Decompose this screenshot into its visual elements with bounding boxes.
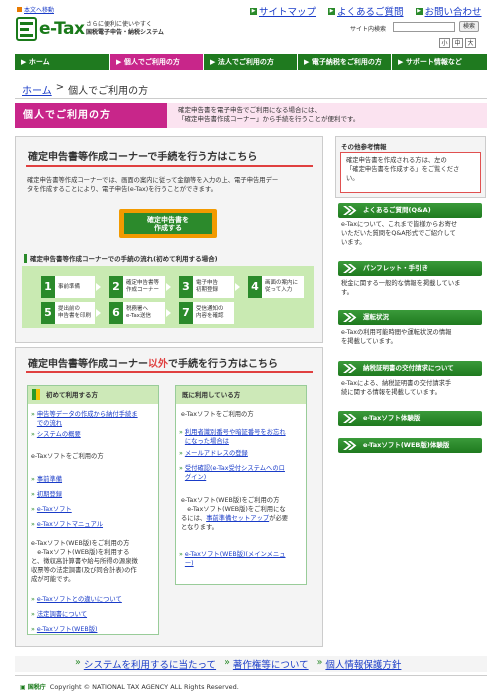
nav-home[interactable]: ▶ ホーム (15, 54, 110, 70)
divider (15, 675, 487, 676)
web-version-text: e-Taxソフト(WEB版)をご利用の方 e-Taxソフト(WEB版)をご利用に… (181, 497, 289, 531)
font-size-buttons: 小 中 大 (439, 38, 476, 48)
etax-mark-icon (16, 16, 37, 42)
font-medium-button[interactable]: 中 (452, 38, 463, 48)
operation-status-description: e-Taxの利用可能時間や運転状況の情報 を掲載しています。 (341, 329, 452, 345)
preparation-link[interactable]: » 事前準備 (31, 475, 62, 484)
arrow-icon (17, 7, 22, 12)
page-title: 個人でご利用の方 (15, 103, 167, 128)
font-large-button[interactable]: 大 (465, 38, 476, 48)
breadcrumb-current: 個人でご利用の方 (68, 86, 149, 97)
nav-electronic-payment[interactable]: ▶ 電子納税をご利用の方 (298, 54, 392, 70)
initial-registration-link[interactable]: » 初期登録 (31, 490, 62, 499)
etax-software-link[interactable]: » e-Taxソフト (31, 505, 72, 514)
page-header: 個人でご利用の方 確定申告書を電子申告でご利用になる場合には、 「確定申告書作成コ… (15, 103, 487, 128)
system-usage-link[interactable]: » システムを利用するに当たって (75, 657, 216, 671)
section-subtitle: e-Taxソフトをご利用の方 (31, 453, 104, 460)
faq-button[interactable]: よくあるご質問(Q&A) (338, 203, 482, 218)
search-label: サイト内検索 (350, 26, 387, 33)
global-nav: ▶ ホーム ▶ 個人でご利用の方 ▶ 法人でご利用の方 ▶ 電子納税をご利用の方… (15, 54, 487, 70)
system-overview-link[interactable]: » システムの概要 (31, 430, 81, 439)
etax-manual-link[interactable]: » e-Taxソフトマニュアル (31, 520, 103, 529)
arrow-icon: ▶ (415, 7, 423, 15)
page-description: 確定申告書を電子申告でご利用になる場合には、 「確定申告書作成コーナー」から手続を… (178, 106, 360, 123)
search-input[interactable] (393, 22, 455, 32)
differences-link[interactable]: » e-Taxソフトとの違いについて (31, 595, 122, 604)
web-version-link[interactable]: » e-Taxソフト(WEB版) (31, 625, 97, 634)
flow-step: 6 税務署へ e-Tax送信 (109, 302, 171, 324)
faq-link[interactable]: ▶ よくあるご質問 (328, 4, 404, 18)
breadcrumb-home[interactable]: ホーム (22, 82, 52, 97)
arrow-icon: ▶ (250, 7, 257, 15)
first-time-users-panel: 初めて利用する方 » 申告等データの作成から納付手続ま での流れ » システムの概要 … (27, 385, 159, 635)
nav-individual[interactable]: ▶ 個人でご利用の方 (110, 54, 204, 70)
operation-status-button[interactable]: 運転状況 (338, 310, 482, 325)
divider (26, 165, 313, 167)
panel-heading: 初めて利用する方 (28, 386, 158, 404)
create-return-button[interactable]: 確定申告書を 作成する (119, 209, 217, 238)
section-title: 確定申告書等作成コーナーで手続を行う方はこちら (28, 152, 258, 163)
nav-corporate[interactable]: ▶ 法人でご利用の方 (204, 54, 298, 70)
reference-info: その他参考情報 確定申告書を作成される方は、左の 「確定申告書を作成する」をご覧く… (335, 136, 486, 198)
tax-certificate-button[interactable]: 納税証明書の交付請求について (338, 361, 482, 376)
sitemap-link[interactable]: ▶ サイトマップ (250, 4, 316, 18)
beginner-mark-icon (32, 389, 40, 400)
flow-step: 3 電子申告 初期登録 (179, 276, 240, 298)
web-version-text: e-Taxソフト(WEB版)をご利用の方 e-Taxソフト(WEB版)を利用する… (31, 540, 138, 583)
existing-users-panel: 既に利用している方 e-Taxソフトをご利用の方 » 利用者識別番号や暗証番号をお… (175, 385, 307, 585)
etax-logo[interactable]: e-Tax (16, 16, 85, 42)
section-subtitle: e-Taxソフトをご利用の方 (181, 411, 254, 418)
flow-title: 確定申告書等作成コーナーでの手続の流れ(初めて利用する場合) (24, 253, 218, 263)
font-small-button[interactable]: 小 (439, 38, 450, 48)
nav-support[interactable]: ▶ サポート情報など (392, 54, 487, 70)
skip-link[interactable]: 本文へ移動 (17, 5, 54, 14)
copyright-link[interactable]: » 著作権等について (224, 657, 309, 671)
footer-links: » システムを利用するに当たって » 著作権等について » 個人情報保護方針 (75, 657, 401, 671)
etax-trial-button[interactable]: e-Taxソフト体験版 (338, 411, 482, 426)
nta-logo[interactable]: ▣ 国税庁 (20, 682, 46, 691)
etax-web-trial-button[interactable]: e-Taxソフト(WEB版)体験版 (338, 438, 482, 453)
email-registration-link[interactable]: » メールアドレスの登録 (179, 449, 248, 458)
reference-note: 確定申告書を作成される方は、左の 「確定申告書を作成する」をご覧くださ い。 (340, 152, 481, 193)
pamphlet-description: 税金に関する一般的な情報を掲載していま す。 (341, 280, 461, 296)
pamphlet-button[interactable]: パンフレット・手引き (338, 261, 482, 276)
divider (26, 371, 313, 373)
setup-link[interactable]: 事前準備セットアップ (206, 515, 269, 522)
section-text: 確定申告書等作成コーナーでは、画面の案内に従って金額等を入力の上、電子申告用デー… (27, 177, 279, 193)
flow-step: 2 確定申告書等 作成コーナー (109, 276, 171, 298)
receipt-login-link[interactable]: » 受付確認(e-Tax受付システムへのロ グイン) (179, 464, 285, 482)
arrow-icon: ▶ (328, 7, 336, 15)
privacy-link[interactable]: » 個人情報保護方針 (317, 657, 402, 671)
forgot-id-link[interactable]: » 利用者識別番号や暗証番号をお忘れ になった場合は (179, 428, 286, 446)
tax-certificate-description: e-Taxによる、納税証明書の交付請求手 続に関する情報を掲載しています。 (341, 380, 452, 396)
breadcrumb: ホーム > 個人でご利用の方 (22, 82, 149, 97)
logo-subtitle: さらに便利に使いやすく 国税電子申告・納税システム (86, 21, 164, 36)
faq-description: e-Taxについて、これまで皆様からお寄せ いただいた質問をQ&A形式でご紹介して… (341, 221, 458, 246)
legal-records-link[interactable]: » 法定調書について (31, 610, 87, 619)
web-menu-link[interactable]: » e-Taxソフト(WEB版)(メインメニュ ー) (179, 550, 286, 568)
flow-steps: 1 事前準備 2 確定申告書等 作成コーナー 3 電子申告 初期登録 4 画面の案内に 従って… (22, 266, 314, 328)
contact-link[interactable]: ▶ お問い合わせ (415, 4, 482, 18)
logo-text: e-Tax (39, 19, 85, 39)
top-links: ▶ サイトマップ ▶ よくあるご質問 ▶ お問い合わせ (250, 4, 482, 18)
flow-step: 5 提出前の 申告書を印刷 (41, 302, 101, 324)
divider (15, 98, 487, 99)
flow-step: 7 受信通知の 内容を確認 (179, 302, 234, 324)
copyright: ▣ 国税庁 Copyright © NATIONAL TAX AGENCY AL… (20, 682, 239, 692)
section-title: 確定申告書等作成コーナー以外で手続を行う方はこちら (28, 359, 278, 370)
flow-step: 1 事前準備 (41, 276, 101, 298)
workflow-link[interactable]: » 申告等データの作成から納付手続ま での流れ (31, 410, 138, 428)
search-button[interactable]: 検索 (459, 21, 479, 32)
flow-step: 4 画面の案内に 従って入力 (248, 276, 304, 298)
panel-heading: 既に利用している方 (176, 386, 306, 404)
